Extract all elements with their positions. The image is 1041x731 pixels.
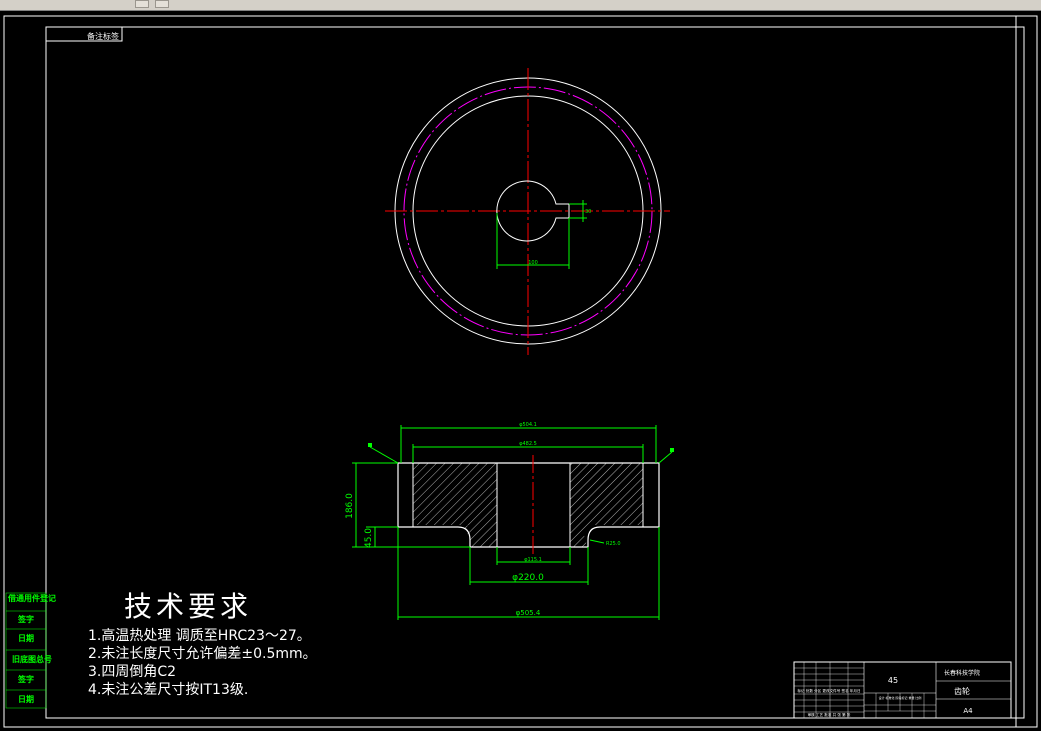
svg-text:标记 处数 分区 更改文件号 签名 年月日: 标记 处数 分区 更改文件号 签名 年月日 xyxy=(797,688,860,693)
edit-icon[interactable] xyxy=(135,0,149,8)
tech-note-3: 3.四周倒角C2 xyxy=(88,664,177,680)
svg-text:A4: A4 xyxy=(963,707,973,715)
svg-text:借通用件登记: 借通用件登记 xyxy=(7,593,56,603)
svg-text:日期: 日期 xyxy=(18,694,34,704)
properties-icon[interactable] xyxy=(155,0,169,8)
tech-requirements-title: 技术要求 xyxy=(124,590,253,623)
svg-text:45: 45 xyxy=(888,676,898,685)
svg-text:φ482.5: φ482.5 xyxy=(519,441,537,447)
svg-text:签字: 签字 xyxy=(17,614,34,624)
tech-note-4: 4.未注公差尺寸按IT13级. xyxy=(88,682,249,698)
side-stamp-table: 借通用件登记 签字 日期 旧底图总号 签字 日期 xyxy=(5,592,56,709)
title-block: 标记 处数 分区 更改文件号 签名 年月日 设计 标准化 阶段标记 重量 比例 … xyxy=(793,661,1012,719)
svg-text:齿轮: 齿轮 xyxy=(954,686,970,696)
svg-text:设计 标准化 阶段标记 重量 比例: 设计 标准化 阶段标记 重量 比例 xyxy=(879,695,922,700)
svg-text:签字: 签字 xyxy=(17,674,34,684)
svg-text:φ220.0: φ220.0 xyxy=(512,573,544,583)
svg-text:长春科技学院: 长春科技学院 xyxy=(944,669,980,677)
svg-text:100: 100 xyxy=(528,260,538,266)
svg-text:186.0: 186.0 xyxy=(345,493,355,519)
top-view: 30 100 xyxy=(385,68,670,355)
svg-text:φ115.1: φ115.1 xyxy=(524,557,542,563)
svg-text:审核 工艺 批准 共 张 第 张: 审核 工艺 批准 共 张 第 张 xyxy=(808,712,851,717)
svg-text:30: 30 xyxy=(585,209,591,215)
svg-text:φ505.4: φ505.4 xyxy=(516,609,541,617)
svg-text:45.0: 45.0 xyxy=(364,528,374,548)
section-view: φ504.1 φ482.5 186.0 45.0 φ115.1 φ220.0 φ… xyxy=(345,422,674,620)
svg-text:φ504.1: φ504.1 xyxy=(519,422,537,428)
svg-text:日期: 日期 xyxy=(18,633,34,643)
cad-toolbar xyxy=(0,0,1041,11)
svg-text:R25.0: R25.0 xyxy=(606,541,621,547)
title-tag: 备注标签 xyxy=(87,31,119,41)
svg-text:旧底图总号: 旧底图总号 xyxy=(12,654,52,664)
tech-note-2: 2.未注长度尺寸允许偏差±0.5mm。 xyxy=(88,646,317,662)
tech-note-1: 1.高温热处理 调质至HRC23～27。 xyxy=(88,628,311,644)
